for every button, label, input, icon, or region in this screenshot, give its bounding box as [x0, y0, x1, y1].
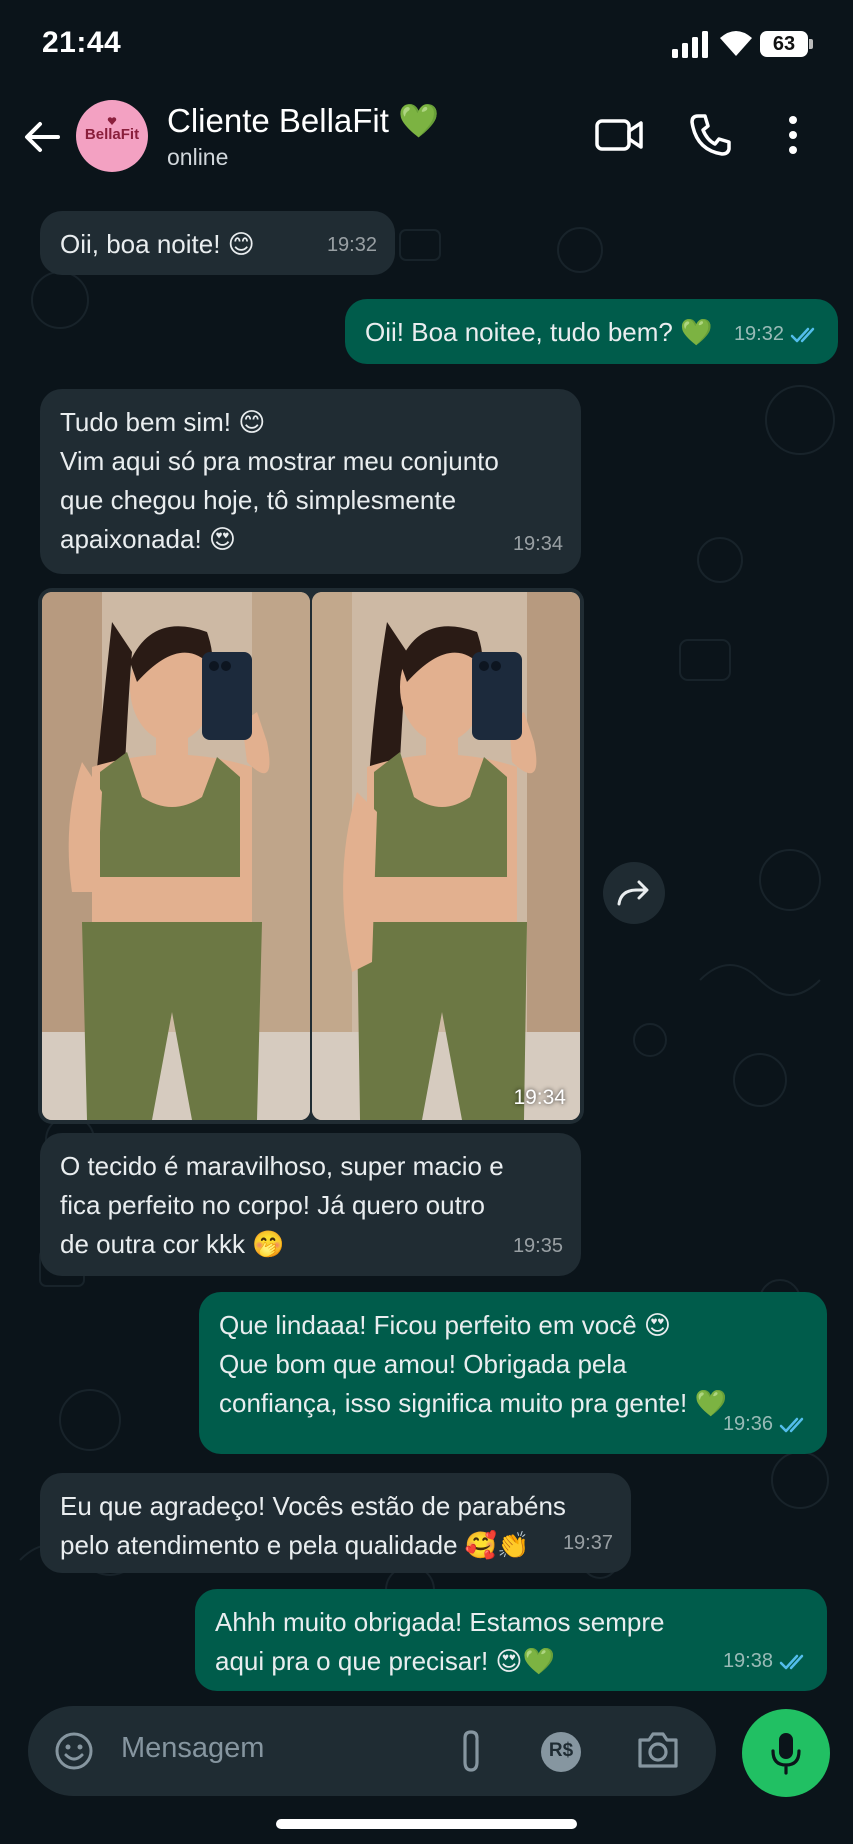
more-vert-icon[interactable]: [782, 114, 804, 156]
read-receipt-icon: [779, 1417, 804, 1432]
message-text: O tecido é maravilhoso, super macio e fi…: [60, 1151, 504, 1259]
camera-icon[interactable]: [636, 1730, 680, 1770]
message-time: 19:38: [722, 1650, 773, 1672]
microphone-icon: [771, 1733, 801, 1775]
back-arrow-icon[interactable]: [20, 114, 66, 160]
message-text: Ahhh muito obrigada! Estamos sempre aqui…: [215, 1607, 665, 1676]
forward-button[interactable]: [603, 862, 665, 924]
read-receipt-icon: [779, 1654, 804, 1669]
chat-header: BellaFit Cliente BellaFit 💚 online: [0, 90, 853, 205]
emoji-icon[interactable]: [54, 1731, 94, 1771]
heart-icon: [107, 117, 117, 125]
avatar-logo-text: BellaFit: [84, 126, 140, 143]
contact-status: online: [167, 144, 229, 170]
message-time: 19:35: [512, 1235, 563, 1257]
message-input[interactable]: Mensagem: [121, 1732, 264, 1765]
message-input-bar[interactable]: Mensagem R$: [28, 1706, 716, 1796]
paperclip-icon[interactable]: [456, 1728, 486, 1774]
currency-label: R$: [548, 1740, 574, 1761]
read-receipt-icon: [790, 327, 815, 342]
battery-icon: 63: [760, 31, 808, 57]
wifi-icon: [720, 31, 752, 56]
message-text: Que lindaaa! Ficou perfeito em você 😍 Qu…: [219, 1310, 727, 1418]
message-time: 19:32: [326, 234, 377, 256]
avatar[interactable]: BellaFit: [76, 100, 148, 172]
status-bar: 21:44 63: [0, 0, 853, 90]
message-bubble-incoming[interactable]: Tudo bem sim! 😊 Vim aqui só pra mostrar …: [40, 389, 581, 574]
message-bubble-outgoing[interactable]: Que lindaaa! Ficou perfeito em você 😍 Qu…: [199, 1292, 827, 1454]
message-time: 19:36: [722, 1413, 773, 1435]
message-text: Tudo bem sim! 😊 Vim aqui só pra mostrar …: [60, 407, 499, 554]
image-message[interactable]: 19:34: [38, 588, 584, 1124]
voice-message-button[interactable]: [742, 1709, 830, 1797]
forward-icon: [617, 880, 649, 906]
message-time: 19:37: [562, 1532, 613, 1554]
message-time: 19:34: [512, 533, 563, 555]
message-bubble-incoming[interactable]: O tecido é maravilhoso, super macio e fi…: [40, 1133, 581, 1276]
message-bubble-incoming[interactable]: Oii, boa noite! 😊 19:32: [40, 211, 395, 275]
message-time: 19:32: [733, 323, 784, 345]
home-indicator[interactable]: [276, 1819, 577, 1829]
message-bubble-outgoing[interactable]: Oii! Boa noitee, tudo bem? 💚 19:32: [345, 299, 838, 364]
phone-icon[interactable]: [688, 112, 732, 158]
message-bubble-incoming[interactable]: Eu que agradeço! Vocês estão de parabéns…: [40, 1473, 631, 1573]
message-bubble-outgoing[interactable]: Ahhh muito obrigada! Estamos sempre aqui…: [195, 1589, 827, 1691]
battery-nub: [809, 39, 813, 49]
signal-icon: [672, 31, 708, 58]
photo-thumbnail-2[interactable]: [312, 592, 580, 1120]
message-text: Eu que agradeço! Vocês estão de parabéns…: [60, 1491, 566, 1560]
image-time: 19:34: [513, 1086, 566, 1109]
photo-thumbnail-1[interactable]: [42, 592, 310, 1120]
video-call-icon[interactable]: [594, 115, 644, 155]
contact-name[interactable]: Cliente BellaFit 💚: [167, 102, 439, 141]
currency-icon[interactable]: R$: [541, 1732, 581, 1772]
status-time: 21:44: [42, 26, 122, 59]
